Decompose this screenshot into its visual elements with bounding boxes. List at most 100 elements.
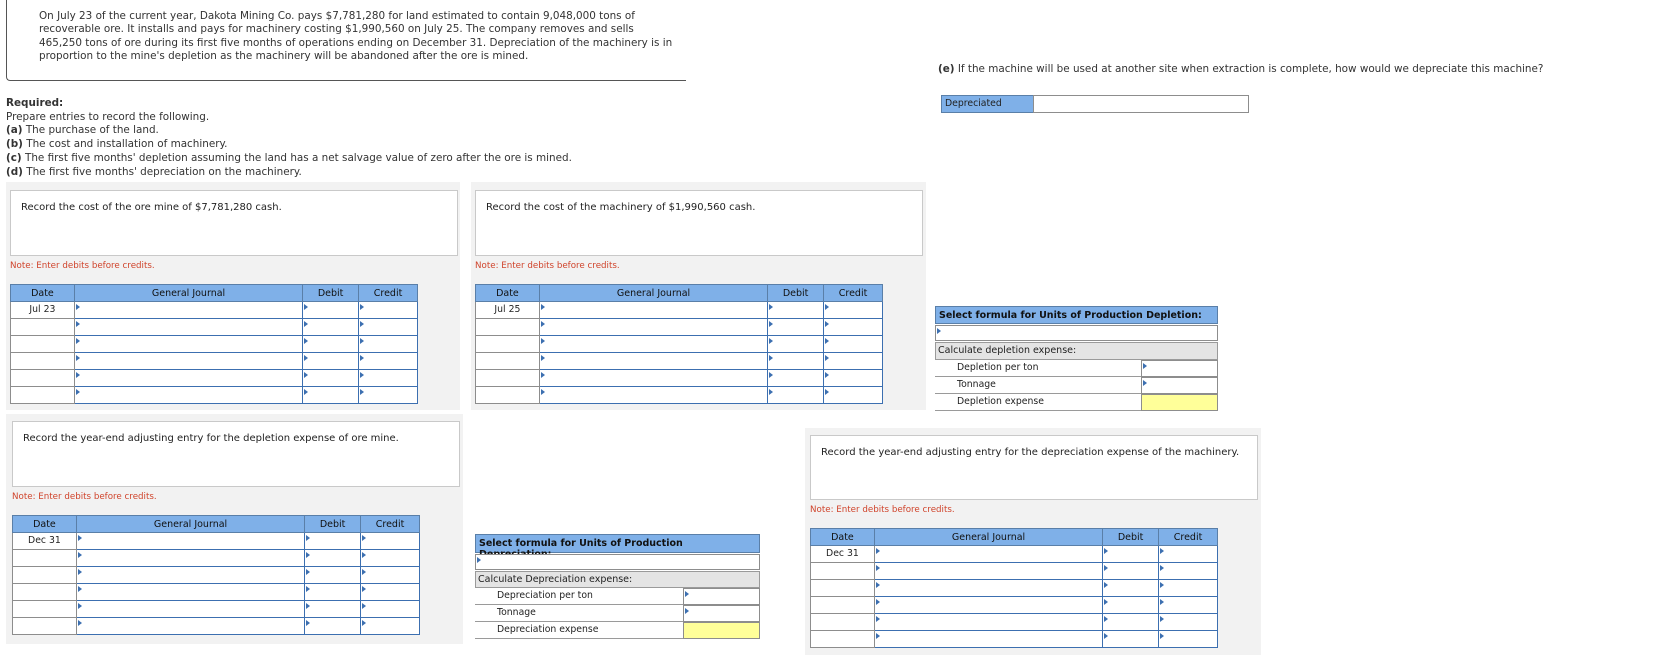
debit-input[interactable]	[767, 352, 825, 370]
credit-input[interactable]	[360, 532, 420, 550]
account-select[interactable]	[73, 335, 304, 353]
depreciation-tonnage-label: Tonnage	[475, 605, 683, 622]
col-debit: Debit	[767, 284, 825, 302]
problem-text: On July 23 of the current year, Dakota M…	[39, 10, 673, 63]
credit-input[interactable]	[823, 369, 883, 387]
account-select[interactable]	[873, 596, 1104, 614]
credit-input[interactable]	[358, 369, 418, 387]
credit-input[interactable]	[1158, 630, 1218, 648]
credit-input[interactable]	[360, 583, 420, 601]
account-select[interactable]	[73, 301, 304, 319]
debit-input[interactable]	[304, 532, 362, 550]
account-select[interactable]	[75, 566, 306, 584]
account-select[interactable]	[538, 318, 769, 336]
debit-input[interactable]	[1102, 579, 1160, 597]
debit-input[interactable]	[304, 617, 362, 635]
account-select[interactable]	[73, 369, 304, 387]
credit-input[interactable]	[358, 386, 418, 404]
debit-input[interactable]	[1102, 562, 1160, 580]
credit-input[interactable]	[823, 335, 883, 353]
col-debit: Debit	[302, 284, 360, 302]
debit-input[interactable]	[767, 386, 825, 404]
account-select[interactable]	[538, 335, 769, 353]
account-select[interactable]	[538, 352, 769, 370]
debit-input[interactable]	[1102, 613, 1160, 631]
depletion-formula-title: Select formula for Units of Production D…	[935, 306, 1218, 324]
depletion-formula-select[interactable]	[935, 325, 1218, 341]
account-select[interactable]	[73, 386, 304, 404]
debit-input[interactable]	[304, 583, 362, 601]
credit-input[interactable]	[1158, 579, 1218, 597]
account-select[interactable]	[538, 369, 769, 387]
debit-input[interactable]	[304, 600, 362, 618]
credit-input[interactable]	[1158, 613, 1218, 631]
credit-input[interactable]	[1158, 545, 1218, 563]
required-item-c: (c) The first five months' depletion ass…	[6, 151, 572, 164]
credit-input[interactable]	[358, 301, 418, 319]
credit-input[interactable]	[358, 352, 418, 370]
debit-input[interactable]	[767, 335, 825, 353]
debit-input[interactable]	[767, 369, 825, 387]
account-select[interactable]	[873, 545, 1104, 563]
col-debit: Debit	[304, 515, 362, 533]
debit-input[interactable]	[1102, 545, 1160, 563]
debit-input[interactable]	[302, 369, 360, 387]
debit-input[interactable]	[302, 335, 360, 353]
debit-input[interactable]	[302, 318, 360, 336]
depletion-per-ton-input[interactable]	[1141, 360, 1218, 377]
depreciation-method-select[interactable]: Depreciated	[941, 95, 1034, 113]
debit-input[interactable]	[1102, 596, 1160, 614]
credit-input[interactable]	[823, 386, 883, 404]
debit-input[interactable]	[767, 318, 825, 336]
credit-input[interactable]	[360, 600, 420, 618]
credit-input[interactable]	[360, 617, 420, 635]
depreciation-per-ton-input[interactable]	[683, 588, 760, 605]
credit-input[interactable]	[1158, 596, 1218, 614]
credit-input[interactable]	[358, 335, 418, 353]
account-select[interactable]	[873, 613, 1104, 631]
depletion-tonnage-input[interactable]	[1141, 377, 1218, 394]
depreciation-expense-label: Depreciation expense	[475, 622, 683, 639]
credit-input[interactable]	[823, 301, 883, 319]
account-select[interactable]	[75, 600, 306, 618]
credit-input[interactable]	[823, 318, 883, 336]
account-select[interactable]	[73, 352, 304, 370]
date-cell: Jul 23	[10, 301, 75, 319]
credit-input[interactable]	[823, 352, 883, 370]
depreciation-formula-select[interactable]	[475, 554, 760, 570]
debit-input[interactable]	[304, 549, 362, 567]
depreciation-method-answer[interactable]	[1033, 95, 1249, 113]
account-select[interactable]	[75, 549, 306, 567]
account-select[interactable]	[75, 532, 306, 550]
table-row	[10, 369, 418, 387]
credit-input[interactable]	[1158, 562, 1218, 580]
depletion-expense-label: Depletion expense	[935, 394, 1141, 411]
account-select[interactable]	[75, 583, 306, 601]
debit-input[interactable]	[302, 386, 360, 404]
col-date: Date	[810, 528, 875, 546]
table-row	[10, 335, 418, 353]
journal-table-d: Date General Journal Debit Credit Dec 31	[810, 528, 1218, 648]
account-select[interactable]	[538, 301, 769, 319]
debit-input[interactable]	[304, 566, 362, 584]
debit-input[interactable]	[1102, 630, 1160, 648]
account-select[interactable]	[73, 318, 304, 336]
account-select[interactable]	[538, 386, 769, 404]
debit-input[interactable]	[302, 301, 360, 319]
question-e: (e) If the machine will be used at anoth…	[938, 63, 1544, 75]
credit-input[interactable]	[360, 566, 420, 584]
col-date: Date	[10, 284, 75, 302]
account-select[interactable]	[75, 617, 306, 635]
credit-input[interactable]	[360, 549, 420, 567]
credit-input[interactable]	[358, 318, 418, 336]
account-select[interactable]	[873, 630, 1104, 648]
account-select[interactable]	[873, 562, 1104, 580]
depreciation-tonnage-input[interactable]	[683, 605, 760, 622]
col-credit: Credit	[823, 284, 883, 302]
depreciation-calc-label: Calculate Depreciation expense:	[475, 571, 760, 588]
debit-input[interactable]	[767, 301, 825, 319]
note-b: Note: Enter debits before credits.	[475, 261, 620, 271]
account-select[interactable]	[873, 579, 1104, 597]
debit-input[interactable]	[302, 352, 360, 370]
required-item-d: (d) The first five months' depreciation …	[6, 165, 302, 178]
